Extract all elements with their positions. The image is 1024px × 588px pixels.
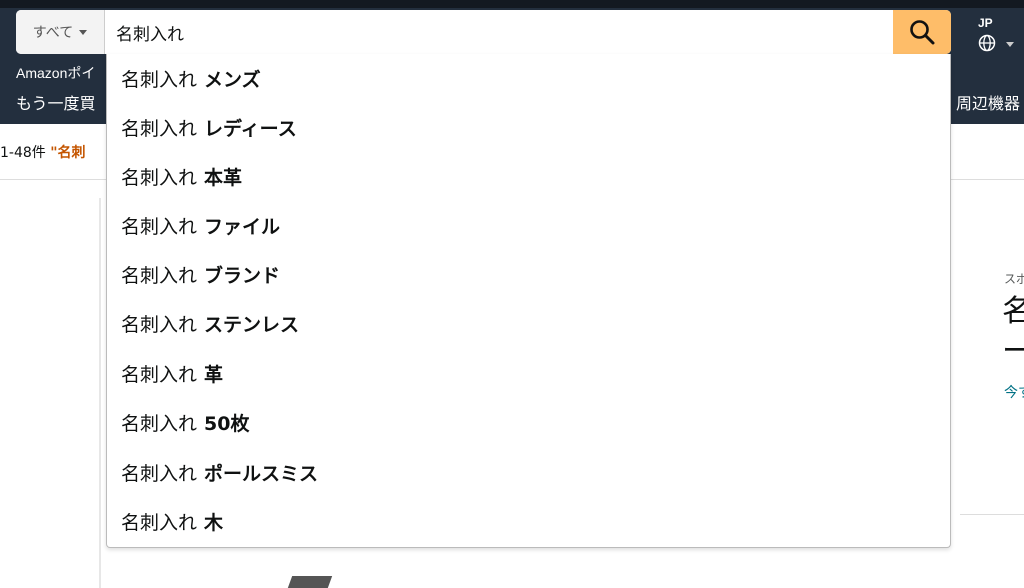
search-icon: [910, 20, 935, 45]
search-category-label: すべて: [32, 25, 74, 41]
suggestion-completion: 本革: [204, 167, 243, 189]
suggestion-base: 名刺入れ: [121, 364, 198, 386]
nav-points-link[interactable]: Amazonポイ: [16, 63, 95, 83]
search-button[interactable]: [893, 10, 951, 54]
suggestion-completion: 木: [204, 512, 224, 534]
caret-down-icon: [79, 29, 88, 35]
sponsored-title-line1: 名: [1002, 294, 1024, 329]
suggestion-base: 名刺入れ: [121, 265, 198, 287]
suggestion-base: 名刺入れ: [121, 216, 198, 238]
nav-peripherals-link[interactable]: 周辺機器: [956, 90, 1020, 114]
search-bar: すべて: [16, 10, 951, 54]
suggestion-completion: 50枚: [204, 413, 250, 435]
suggestion-item[interactable]: 名刺入れ革: [107, 349, 950, 398]
nav-buy-again-link[interactable]: もう一度買: [16, 90, 96, 114]
suggestion-completion: メンズ: [204, 69, 261, 91]
suggestion-completion: ステンレス: [204, 314, 300, 336]
suggestion-item[interactable]: 名刺入れ木: [107, 497, 950, 546]
caret-down-icon: [1006, 42, 1014, 47]
suggestion-item[interactable]: 名刺入れ ファイル: [107, 201, 950, 250]
results-query: "名刺: [50, 145, 86, 161]
suggestion-base: 名刺入れ: [121, 167, 198, 189]
sponsored-link[interactable]: 今す: [1004, 382, 1024, 402]
suggestion-completion: レディース: [204, 118, 297, 140]
search-input[interactable]: [106, 10, 893, 54]
suggestion-completion: ファイル: [204, 216, 281, 238]
suggestion-item[interactable]: 名刺入れ ポールスミス: [107, 448, 950, 497]
suggestion-base: 名刺入れ: [121, 512, 198, 534]
sidebar-divider: [99, 198, 101, 588]
globe-icon: [978, 34, 996, 52]
sponsored-title[interactable]: 名ー: [1002, 292, 1024, 372]
content-divider: [960, 514, 1024, 515]
search-category-select[interactable]: すべて: [16, 10, 105, 54]
results-count: 1-48件 "名刺: [0, 142, 86, 162]
search-suggestions-dropdown: 名刺入れ メンズ 名刺入れ レディース 名刺入れ 本革 名刺入れ ファイル 名刺入れ ブラ…: [106, 54, 951, 548]
nav-top-strip: [0, 0, 1024, 8]
suggestion-item[interactable]: 名刺入れ レディース: [107, 103, 950, 152]
suggestion-completion: 革: [204, 364, 224, 386]
suggestion-base: 名刺入れ: [121, 118, 198, 140]
suggestion-base: 名刺入れ: [121, 314, 198, 336]
suggestion-item[interactable]: 名刺入れ 本革: [107, 152, 950, 201]
suggestion-item[interactable]: 名刺入れ ステンレス: [107, 299, 950, 348]
suggestion-base: 名刺入れ: [121, 69, 198, 91]
sponsored-label: スポ: [1004, 272, 1024, 286]
suggestion-item[interactable]: 名刺入れ 50枚: [107, 398, 950, 447]
results-count-range: 1-48件: [0, 145, 46, 161]
sponsored-title-line2: ー: [1002, 334, 1024, 369]
suggestion-base: 名刺入れ: [121, 413, 198, 435]
product-image[interactable]: [287, 576, 333, 588]
language-code: JP: [978, 16, 993, 30]
suggestion-completion: ブランド: [204, 265, 281, 287]
suggestion-base: 名刺入れ: [121, 463, 198, 485]
suggestion-item[interactable]: 名刺入れ ブランド: [107, 250, 950, 299]
suggestion-completion: ポールスミス: [204, 463, 319, 485]
suggestion-item[interactable]: 名刺入れ メンズ: [107, 54, 950, 103]
language-selector[interactable]: JP: [974, 14, 1020, 54]
